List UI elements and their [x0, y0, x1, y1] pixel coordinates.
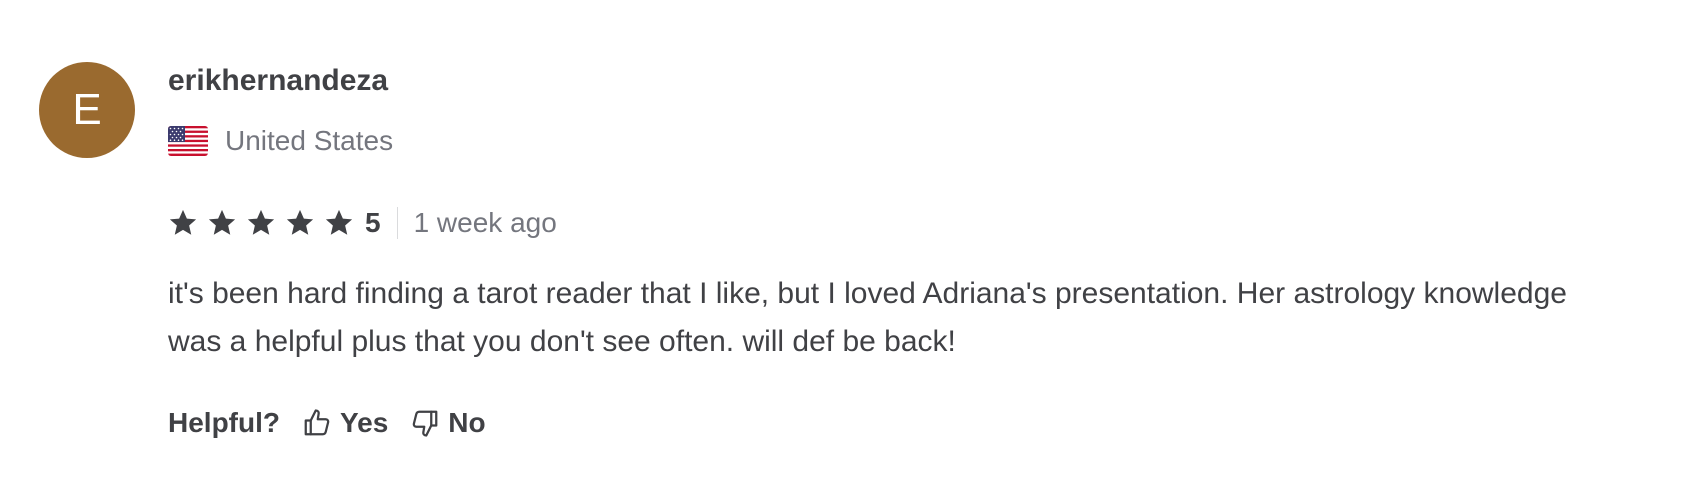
review-card: E erikhernandeza United States 5 1 week … [0, 0, 1688, 483]
rating-row: 5 1 week ago [168, 203, 557, 243]
divider [396, 207, 398, 239]
review-text: it's been hard finding a tarot reader th… [168, 277, 1567, 358]
star-icon [208, 209, 236, 235]
reviewer-username: erikhernandeza [168, 64, 389, 97]
review-time: 1 week ago [413, 207, 557, 238]
star-icon [247, 209, 275, 235]
country-name: United States [225, 125, 394, 156]
avatar: E [39, 62, 135, 158]
thumbs-down-icon [412, 410, 438, 437]
helpful-no-button[interactable]: No [410, 407, 486, 439]
us-flag-icon [168, 126, 208, 156]
avatar-initial: E [72, 85, 102, 134]
rating-score: 5 [365, 207, 381, 238]
star-rating [168, 208, 354, 238]
star-icon [325, 209, 353, 235]
thumbs-up-icon [304, 409, 330, 436]
helpful-row: Helpful? Yes No [168, 403, 508, 443]
helpful-yes-label: Yes [340, 407, 389, 438]
helpful-label: Helpful? [168, 407, 280, 438]
reviewer-country: United States [168, 124, 393, 158]
star-icon [286, 209, 314, 235]
helpful-no-label: No [448, 407, 486, 438]
helpful-yes-button[interactable]: Yes [302, 407, 388, 439]
star-icon [169, 209, 197, 235]
